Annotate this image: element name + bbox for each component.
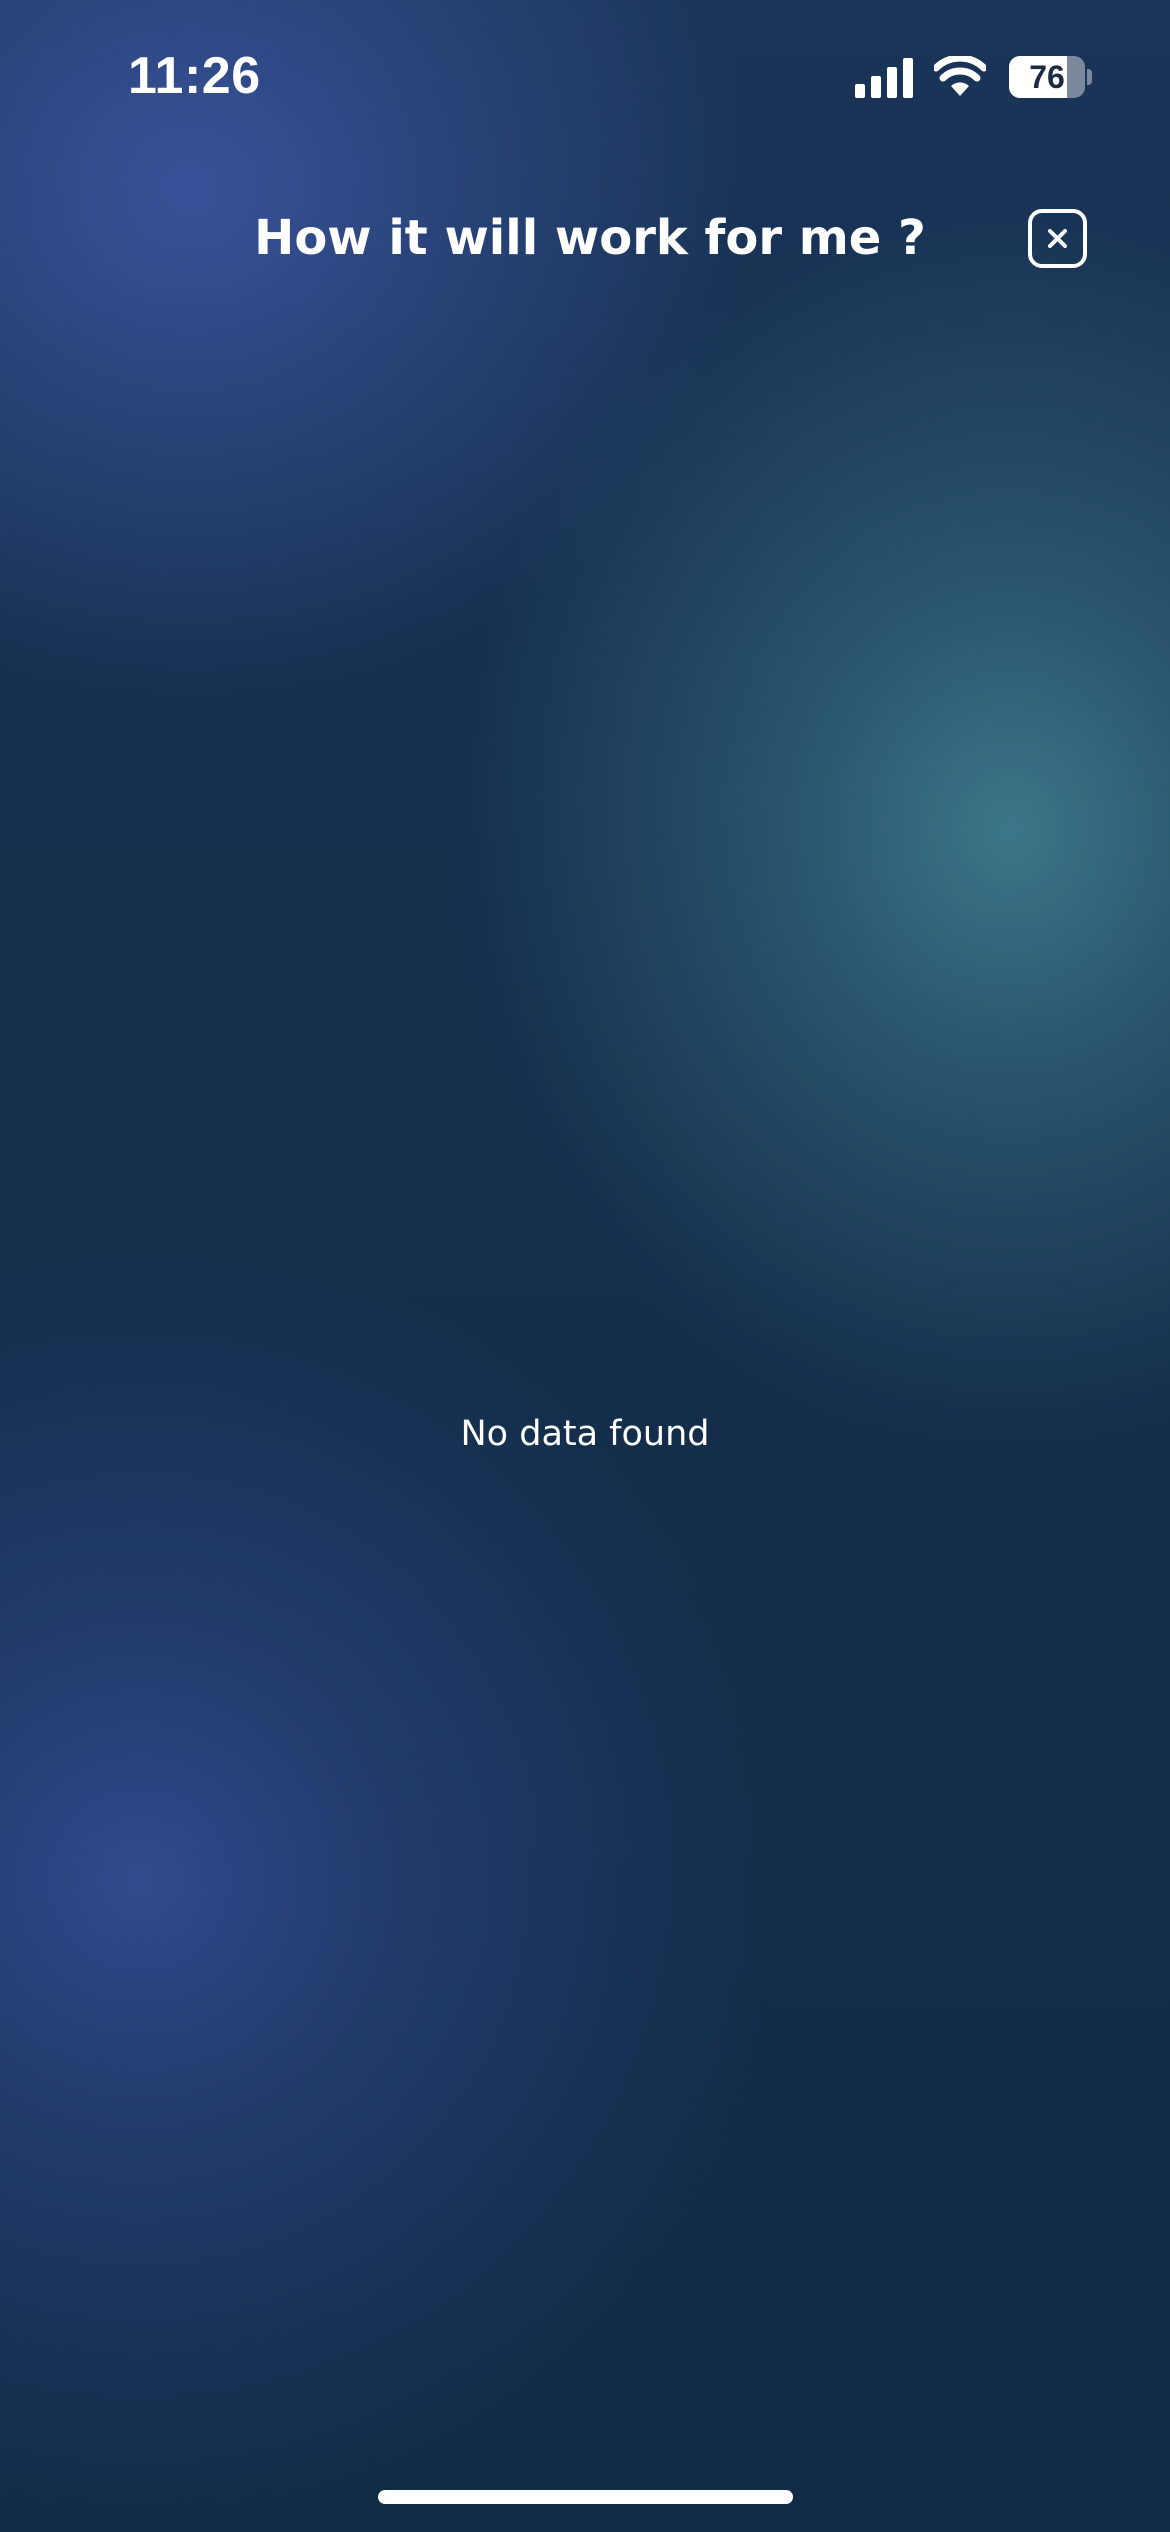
close-icon	[1048, 229, 1067, 248]
empty-state-message: No data found	[460, 1414, 710, 1454]
status-bar: 11:26 76	[0, 0, 1170, 150]
wifi-icon	[934, 56, 986, 96]
battery-level: 76	[1029, 59, 1065, 95]
battery-icon: 76	[1009, 56, 1092, 98]
close-button[interactable]	[1028, 209, 1087, 268]
signal-icon	[855, 58, 913, 98]
status-time: 11:26	[128, 47, 261, 105]
home-indicator[interactable]	[378, 2490, 793, 2504]
battery-body: 76	[1009, 56, 1085, 98]
battery-tip	[1087, 69, 1092, 85]
page-title: How it will work for me ?	[254, 210, 926, 266]
